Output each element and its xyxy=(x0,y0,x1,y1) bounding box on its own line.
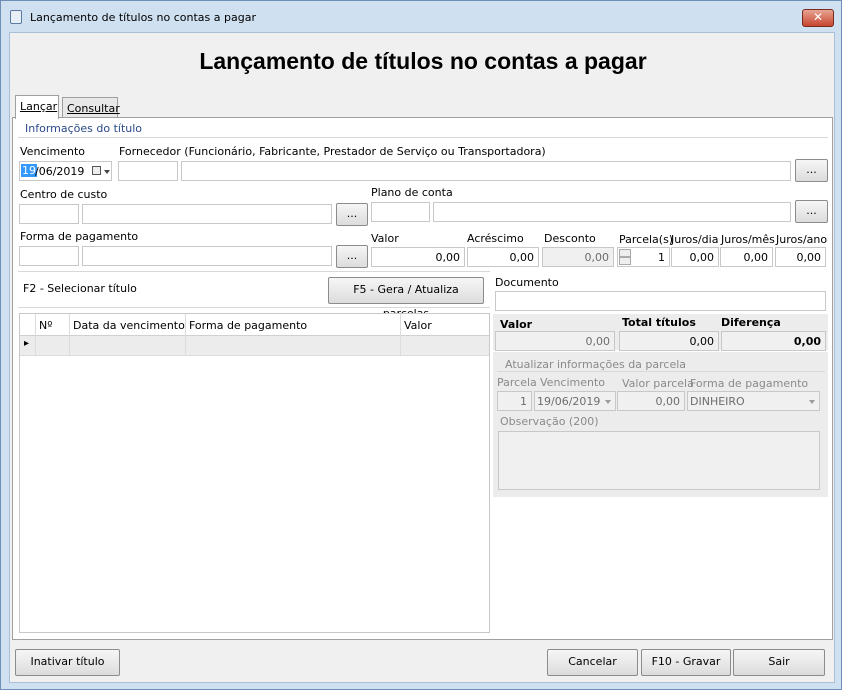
chevron-down-icon[interactable] xyxy=(104,170,110,174)
parcela-vencimento-picker[interactable]: 19/06/2019 xyxy=(534,391,616,411)
chevron-down-icon[interactable] xyxy=(605,400,611,404)
tab-lancar-label: Lançar xyxy=(20,100,58,113)
forma-pagamento-lookup-button[interactable]: ... xyxy=(336,245,368,268)
sair-button[interactable]: Sair xyxy=(733,649,825,676)
forma-pagamento-name-input[interactable] xyxy=(82,246,332,266)
totals-diferenca-value: 0,00 xyxy=(721,331,826,351)
plano-conta-label: Plano de conta xyxy=(371,186,453,199)
cancelar-button[interactable]: Cancelar xyxy=(547,649,638,676)
desconto-label: Desconto xyxy=(544,232,596,245)
juros-dia-input[interactable]: 0,00 xyxy=(671,247,719,267)
tab-consultar[interactable]: Consultar xyxy=(62,97,120,119)
parcela-forma-value: DINHEIRO xyxy=(690,395,745,408)
chevron-down-icon[interactable] xyxy=(809,400,815,404)
centro-custo-code-input[interactable] xyxy=(19,204,79,224)
spin-down-icon[interactable] xyxy=(619,257,631,265)
info-group-label: Informações do título xyxy=(25,122,143,135)
grid-col-divider xyxy=(69,314,70,356)
page-title: Lançamento de títulos no contas a pagar xyxy=(199,48,647,74)
inativar-button[interactable]: Inativar título xyxy=(15,649,120,676)
tab-lancar[interactable]: Lançar xyxy=(15,95,59,119)
tab-panel-lancar: Informações do título Vencimento 19 /06/… xyxy=(12,117,833,640)
centro-custo-label: Centro de custo xyxy=(20,188,108,201)
parcela-group-label: Atualizar informações da parcela xyxy=(505,358,687,371)
selection-bottom-divider xyxy=(18,307,490,308)
grid-col-valor[interactable]: Valor xyxy=(404,319,432,332)
parcelas-spinner[interactable]: 1 xyxy=(617,247,670,267)
grid-col-numero[interactable]: Nº xyxy=(39,319,52,332)
grid-col-divider xyxy=(185,314,186,356)
parcela-valor-label: Valor parcela xyxy=(622,377,694,390)
window: Lançamento de títulos no contas a pagar … xyxy=(0,0,842,690)
observacao-label: Observação (200) xyxy=(500,415,599,428)
tab-consultar-label: Consultar xyxy=(67,102,120,115)
gravar-button[interactable]: F10 - Gravar xyxy=(641,649,731,676)
plano-conta-lookup-button[interactable]: ... xyxy=(795,200,828,223)
vencimento-date-picker[interactable]: 19 /06/2019 xyxy=(19,161,112,181)
client-area: Lançamento de títulos no contas a pagar … xyxy=(9,32,835,683)
documento-input[interactable] xyxy=(495,291,826,311)
parcela-forma-select[interactable]: DINHEIRO xyxy=(687,391,820,411)
vencimento-label: Vencimento xyxy=(20,145,86,158)
app-icon xyxy=(10,10,22,24)
row-indicator-icon: ▸ xyxy=(24,338,30,349)
parcelas-grid[interactable]: Nº Data da vencimento Forma de pagamento… xyxy=(19,313,490,633)
grid-col-data[interactable]: Data da vencimento xyxy=(73,319,185,332)
close-button[interactable]: ✕ xyxy=(802,9,834,27)
juros-mes-input[interactable]: 0,00 xyxy=(720,247,773,267)
juros-ano-input[interactable]: 0,00 xyxy=(775,247,826,267)
grid-col-divider xyxy=(35,314,36,356)
parcela-num-input[interactable]: 1 xyxy=(497,391,532,411)
fornecedor-label: Fornecedor (Funcionário, Fabricante, Pre… xyxy=(119,145,546,158)
parcela-num-label: Parcela xyxy=(497,376,537,389)
parcela-vencimento-value: 19/06/2019 xyxy=(537,395,601,408)
title-bar: Lançamento de títulos no contas a pagar … xyxy=(1,1,841,31)
plano-conta-name-input[interactable] xyxy=(433,202,791,222)
forma-pagamento-label: Forma de pagamento xyxy=(20,230,139,243)
plano-conta-code-input[interactable] xyxy=(371,202,430,222)
fornecedor-lookup-button[interactable]: ... xyxy=(795,159,828,182)
juros-ano-label: Juros/ano xyxy=(776,233,828,246)
desconto-input[interactable]: 0,00 xyxy=(542,247,614,267)
table-row[interactable]: ▸ xyxy=(20,336,489,356)
vencimento-month-year: /06/2019 xyxy=(35,165,85,178)
parcela-forma-label: Forma de pagamento xyxy=(690,377,809,390)
valor-label: Valor xyxy=(371,232,399,245)
parcelas-value: 1 xyxy=(658,251,665,264)
grid-header: Nº Data da vencimento Forma de pagamento… xyxy=(20,314,489,336)
parcela-group-divider xyxy=(497,371,825,372)
juros-dia-label: Juros/dia xyxy=(671,233,719,246)
acrescimo-input[interactable]: 0,00 xyxy=(467,247,539,267)
info-group-divider xyxy=(18,137,828,138)
centro-custo-name-input[interactable] xyxy=(82,204,332,224)
valor-input[interactable]: 0,00 xyxy=(371,247,465,267)
fornecedor-code-input[interactable] xyxy=(118,161,178,181)
totals-valor-label: Valor xyxy=(500,318,533,331)
acrescimo-label: Acréscimo xyxy=(467,232,524,245)
totals-total-value: 0,00 xyxy=(619,331,719,351)
f2-select-label: F2 - Selecionar título xyxy=(23,282,137,295)
parcela-vencimento-label: Vencimento xyxy=(540,376,606,389)
calendar-icon[interactable] xyxy=(92,166,101,175)
totals-valor-value: 0,00 xyxy=(495,331,615,351)
window-title: Lançamento de títulos no contas a pagar xyxy=(30,11,256,24)
documento-label: Documento xyxy=(495,276,559,289)
grid-col-divider xyxy=(400,314,401,356)
grid-col-forma[interactable]: Forma de pagamento xyxy=(189,319,307,332)
parcelas-label: Parcela(s) xyxy=(619,233,674,246)
forma-pagamento-code-input[interactable] xyxy=(19,246,79,266)
gera-parcelas-button[interactable]: F5 - Gera / Atualiza parcelas xyxy=(328,277,484,320)
selection-top-divider xyxy=(18,271,490,272)
totals-diferenca-label: Diferença xyxy=(721,316,781,329)
totals-total-label: Total títulos xyxy=(622,316,696,329)
observacao-textarea[interactable] xyxy=(498,431,820,490)
parcela-valor-input[interactable]: 0,00 xyxy=(617,391,685,411)
spin-up-icon[interactable] xyxy=(619,249,631,257)
fornecedor-name-input[interactable] xyxy=(181,161,791,181)
centro-custo-lookup-button[interactable]: ... xyxy=(336,203,368,226)
juros-mes-label: Juros/mês xyxy=(721,233,775,246)
